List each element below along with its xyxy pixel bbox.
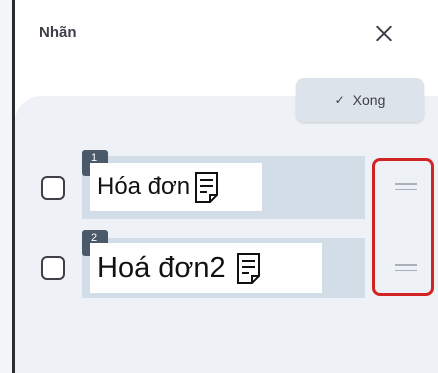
close-icon[interactable] (370, 20, 398, 48)
label-name[interactable]: Hóa đơn (90, 163, 262, 211)
document-icon (236, 252, 260, 284)
row-checkbox[interactable] (41, 176, 65, 200)
page-title: Nhãn (39, 24, 77, 41)
done-button-label: Xong (352, 92, 386, 108)
label-text: Hóa đơn (97, 173, 191, 200)
drag-handles-highlight (372, 158, 434, 296)
label-text: Hoá đơn2 (97, 251, 226, 284)
label-name[interactable]: Hoá đơn2 (90, 243, 322, 293)
document-icon (195, 171, 219, 203)
done-button[interactable]: ✓ Xong (296, 78, 424, 122)
row-checkbox[interactable] (41, 256, 65, 280)
check-icon: ✓ (334, 93, 345, 107)
